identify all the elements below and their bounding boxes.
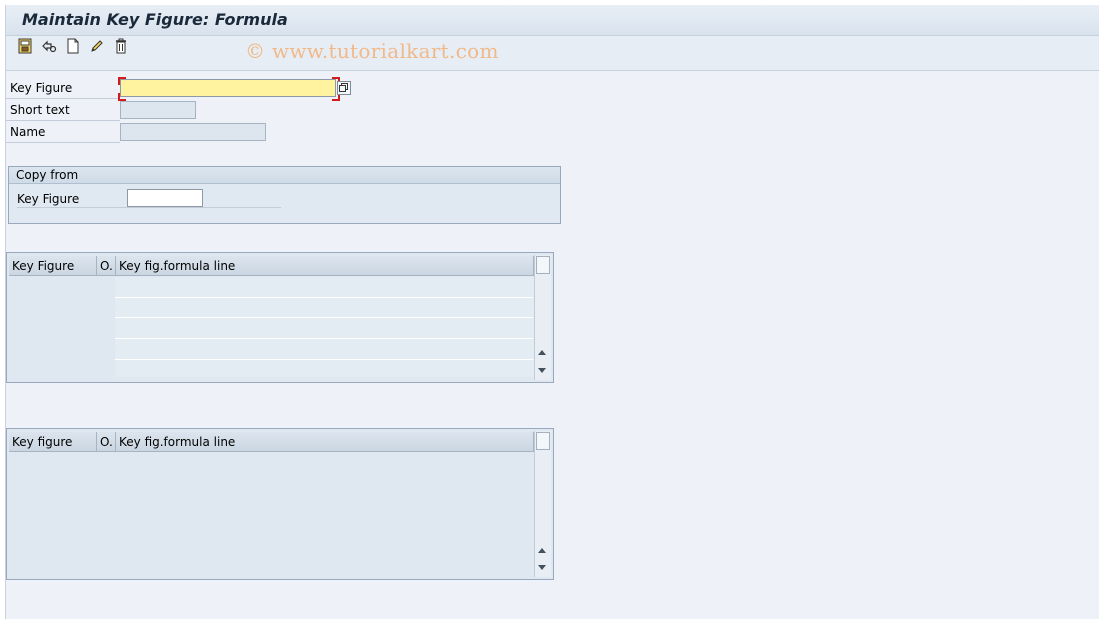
name-field [120, 123, 266, 141]
scrollbar-column-settings[interactable] [536, 256, 550, 274]
scroll-down-icon[interactable] [538, 368, 546, 373]
vertical-scrollbar[interactable] [534, 255, 551, 380]
scrollbar-column-settings[interactable] [536, 432, 550, 450]
other-object-icon[interactable] [41, 38, 57, 54]
scroll-up-icon[interactable] [538, 350, 546, 355]
title-bar: Maintain Key Figure: Formula [6, 5, 1099, 36]
value-help-button[interactable] [337, 81, 351, 95]
watermark-text: © www.tutorialkart.com [245, 39, 499, 63]
scroll-down-icon[interactable] [538, 565, 546, 570]
column-header-formula-line[interactable]: Key fig.formula line [116, 256, 534, 276]
copy-from-group: Copy from Key Figure [8, 166, 561, 224]
formula-table-2: Key figure O. Key fig.formula line [6, 428, 554, 580]
change-icon[interactable] [89, 38, 105, 54]
copy-from-title: Copy from [9, 167, 560, 184]
create-icon[interactable] [65, 38, 81, 54]
short-text-label: Short text [5, 100, 120, 121]
display-change-icon[interactable] [17, 38, 33, 54]
window-title: Maintain Key Figure: Formula [22, 10, 288, 29]
column-header-key-figure[interactable]: Key figure [9, 432, 97, 452]
delete-icon[interactable] [113, 38, 129, 54]
application-toolbar [6, 36, 1099, 71]
value-help-icon [339, 83, 348, 92]
vertical-scrollbar[interactable] [534, 431, 551, 577]
table-row-divider [115, 359, 533, 360]
formula-table-1: Key Figure O. Key fig.formula line [6, 252, 554, 383]
table-row-divider [115, 317, 533, 318]
copy-key-figure-input[interactable] [127, 189, 203, 207]
key-figure-label: Key Figure [5, 78, 120, 99]
table-row-divider [115, 297, 533, 298]
column-header-operator[interactable]: O. [97, 432, 116, 452]
table-body [115, 277, 534, 377]
scroll-up-icon[interactable] [538, 548, 546, 553]
copy-key-figure-label: Key Figure [17, 192, 80, 206]
label-underline [17, 207, 281, 208]
required-marker [118, 77, 126, 85]
name-label: Name [5, 122, 120, 143]
short-text-field [120, 101, 196, 119]
key-figure-input[interactable] [120, 79, 336, 97]
column-header-key-figure[interactable]: Key Figure [9, 256, 97, 276]
table-row-divider [115, 338, 533, 339]
column-header-operator[interactable]: O. [97, 256, 116, 276]
column-header-formula-line[interactable]: Key fig.formula line [116, 432, 534, 452]
